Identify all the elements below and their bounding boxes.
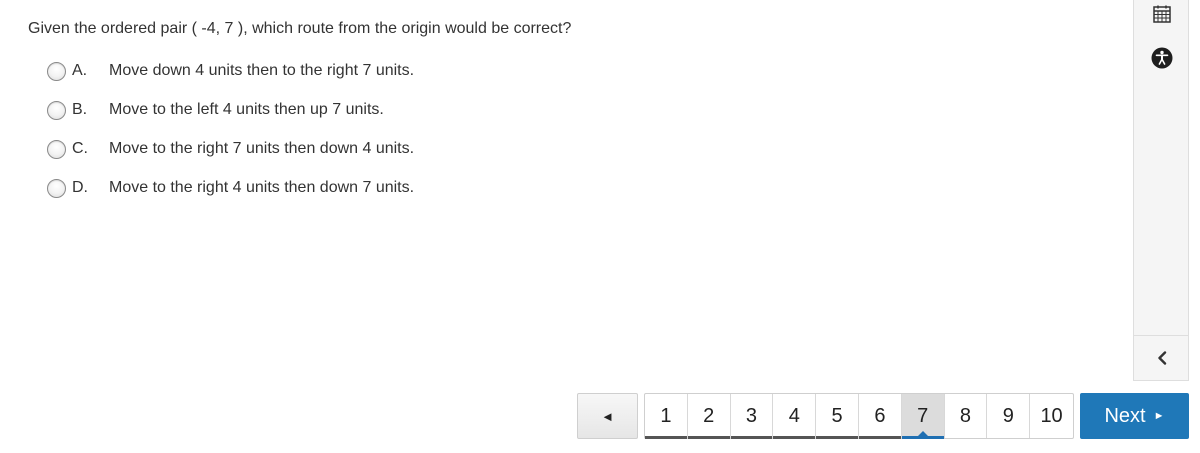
page-7-button[interactable]: 7: [901, 394, 945, 439]
question-pager: 1 2 3 4 5 6 7 8 9 10: [644, 393, 1074, 439]
option-text: Move down 4 units then to the right 7 un…: [109, 62, 415, 79]
page-3-button[interactable]: 3: [730, 394, 774, 439]
answer-option-d[interactable]: D. Move to the right 4 units then down 7…: [47, 176, 414, 200]
sidebar-divider: [1134, 335, 1188, 336]
page-1-button[interactable]: 1: [645, 394, 688, 439]
answer-option-b[interactable]: B. Move to the left 4 units then up 7 un…: [47, 98, 384, 122]
page-6-button[interactable]: 6: [858, 394, 902, 439]
radio-button-c[interactable]: [47, 139, 66, 159]
accessibility-icon[interactable]: [1150, 46, 1174, 70]
question-text: Given the ordered pair ( -4, 7 ), which …: [28, 20, 572, 37]
calculator-icon[interactable]: [1151, 3, 1173, 25]
page-9-button[interactable]: 9: [987, 394, 1031, 438]
option-letter: C.: [72, 140, 88, 157]
answer-option-c[interactable]: C. Move to the right 7 units then down 4…: [47, 137, 414, 161]
option-letter: B.: [72, 101, 88, 118]
page-10-button[interactable]: 10: [1030, 394, 1073, 438]
answer-option-a[interactable]: A. Move down 4 units then to the right 7…: [47, 59, 414, 83]
radio-button-a[interactable]: [47, 61, 66, 81]
page-2-button[interactable]: 2: [687, 394, 731, 439]
option-text: Move to the left 4 units then up 7 units…: [109, 101, 384, 118]
next-label: Next: [1104, 404, 1146, 427]
option-letter: A.: [72, 62, 88, 79]
page-5-button[interactable]: 5: [816, 394, 859, 439]
page-4-button[interactable]: 4: [773, 394, 817, 439]
previous-button[interactable]: ◄: [577, 393, 638, 439]
chevron-left-icon[interactable]: [1154, 349, 1170, 367]
page-8-button[interactable]: 8: [945, 394, 988, 438]
play-arrow-icon: ►: [1153, 410, 1165, 422]
option-text: Move to the right 4 units then down 7 un…: [109, 179, 415, 196]
radio-button-d[interactable]: [47, 178, 66, 198]
radio-button-b[interactable]: [47, 100, 66, 120]
option-text: Move to the right 7 units then down 4 un…: [109, 140, 415, 157]
tool-sidebar: [1133, 0, 1189, 381]
option-letter: D.: [72, 179, 88, 196]
next-button[interactable]: Next ►: [1080, 393, 1189, 439]
